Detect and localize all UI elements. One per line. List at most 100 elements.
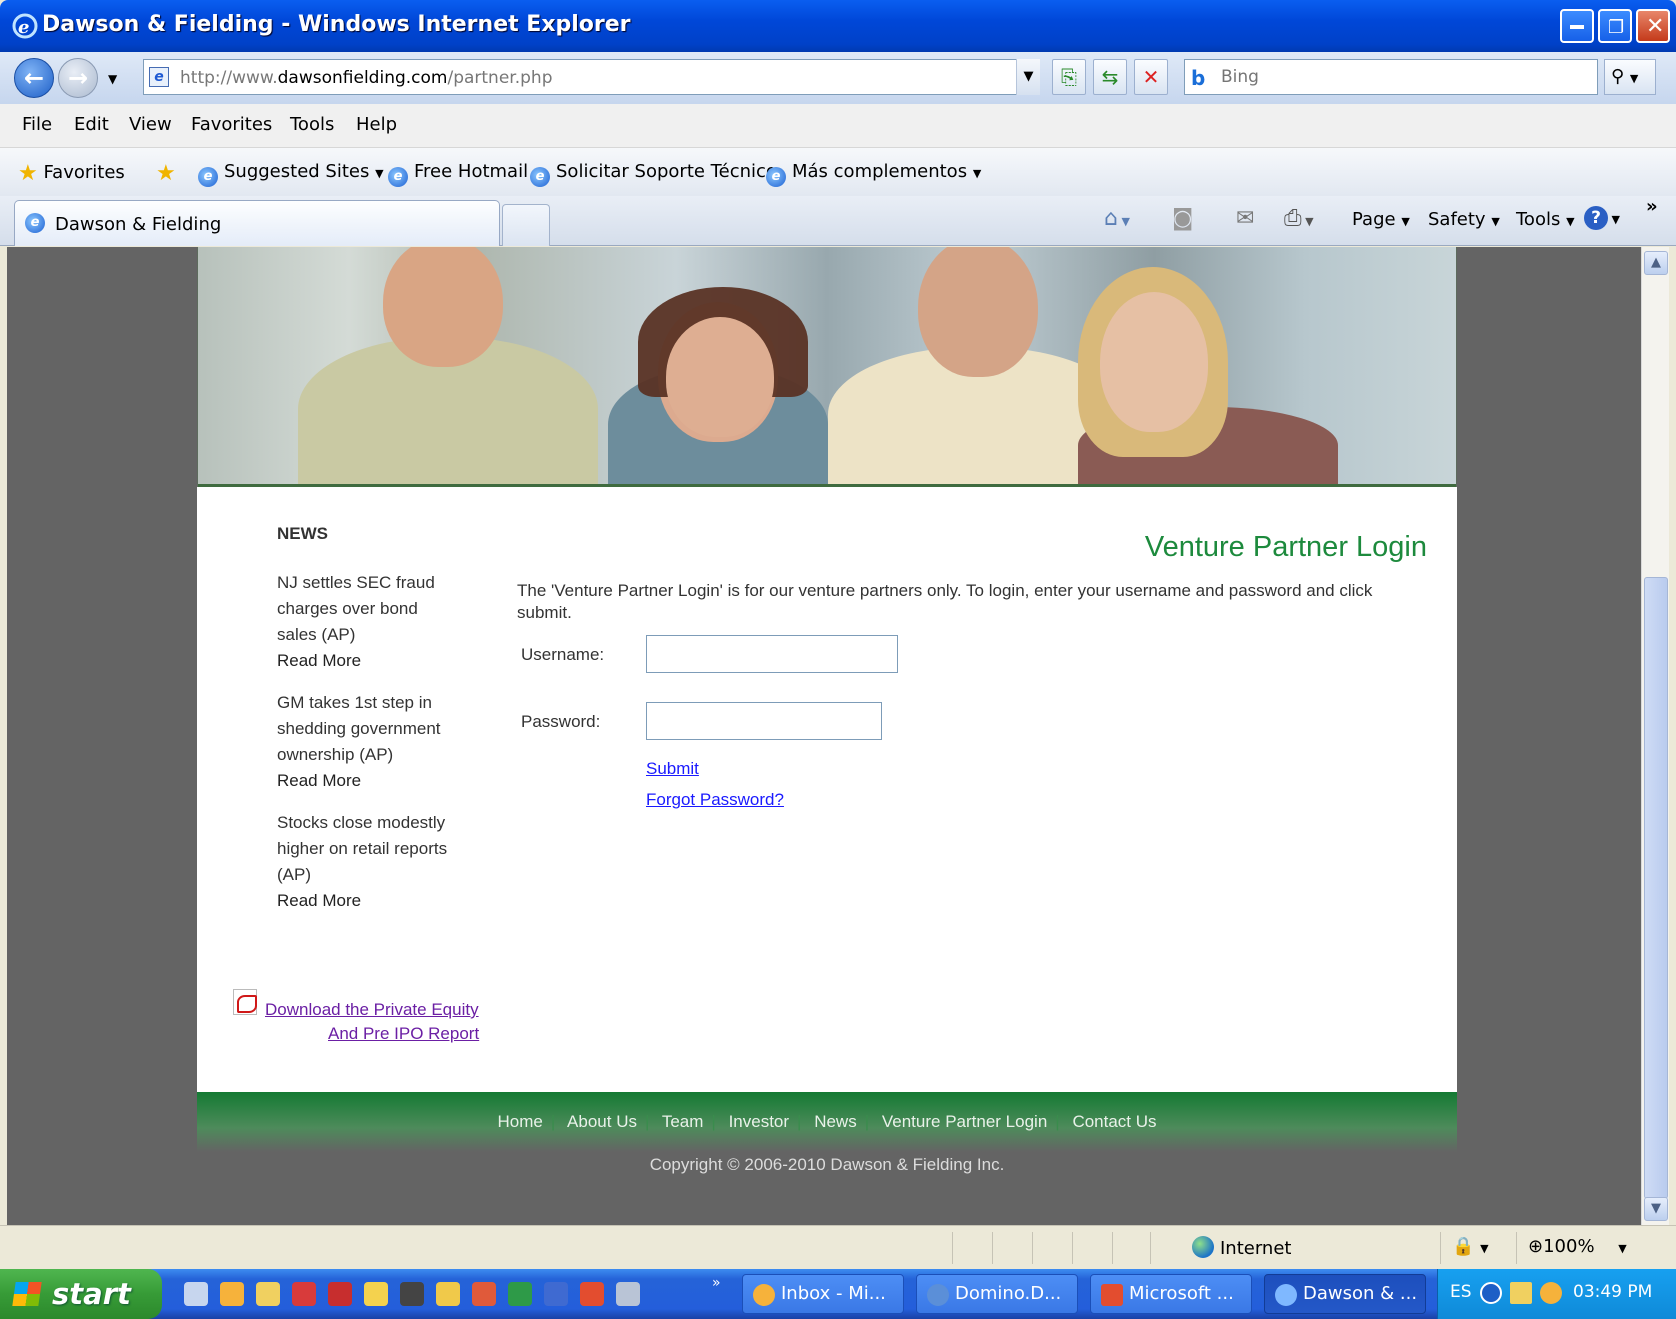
scrollbar-thumb[interactable] [1644,577,1668,1199]
language-indicator[interactable]: ES [1450,1282,1472,1302]
ie-icon: e [198,167,218,187]
mail-tray-icon[interactable] [1510,1282,1532,1304]
quicklaunch-icon[interactable] [364,1282,388,1306]
page-viewport: NEWS NJ settles SEC fraud charges over b… [7,247,1641,1225]
footer-link-home[interactable]: Home [497,1112,542,1131]
zoom-icon: ⊕ [1528,1236,1544,1257]
home-icon[interactable]: ⌂ ▼ [1104,206,1130,231]
fav-free-hotmail[interactable]: e Free Hotmail [388,161,528,187]
refresh-button[interactable]: ⇆ [1093,59,1127,95]
quicklaunch-icon[interactable] [292,1282,316,1306]
quicklaunch-icon[interactable] [616,1282,640,1306]
scroll-down-button[interactable]: ▼ [1644,1197,1668,1221]
task-inbox[interactable]: Inbox - Mi... [742,1274,904,1314]
minimize-button[interactable] [1560,9,1594,43]
address-dropdown-button[interactable]: ▼ [1016,59,1040,95]
print-icon[interactable]: ⎙ ▼ [1284,206,1314,231]
menu-file[interactable]: File [22,114,52,135]
footer-link-investor[interactable]: Investor [729,1112,789,1131]
address-bar[interactable]: e http://www.dawsonfielding.com/partner.… [143,59,1040,95]
tray-arrow-icon[interactable] [1480,1282,1502,1304]
tools-menu[interactable]: Tools ▼ [1516,209,1575,230]
footer-link-team[interactable]: Team [662,1112,704,1131]
search-box[interactable]: b [1184,59,1598,95]
favorites-button[interactable]: ★ Favorites [18,161,125,186]
globe-icon [1192,1236,1214,1258]
read-more-link[interactable]: Read More [277,888,467,914]
more-commands-chevron[interactable]: » [1646,196,1658,217]
add-to-favorites-bar-button[interactable]: ★ [156,161,176,186]
outlook-icon [753,1284,775,1306]
vertical-scrollbar[interactable]: ▲ ▼ [1641,247,1669,1225]
feeds-icon[interactable]: ◙ [1172,206,1193,231]
fav-mas-complementos[interactable]: e Más complementos ▼ [766,161,981,187]
menu-tools[interactable]: Tools [290,114,334,135]
news-item: GM takes 1st step in shedding government… [277,690,467,794]
fav-suggested-sites[interactable]: e Suggested Sites ▼ [198,161,384,187]
add-favorite-icon: ★ [156,161,176,186]
back-arrow-icon: ← [24,64,45,92]
tab-dawson-fielding[interactable]: e Dawson & Fielding [14,200,500,246]
task-dawson-fielding[interactable]: Dawson & ... [1264,1274,1426,1314]
quicklaunch-icon[interactable] [472,1282,496,1306]
quicklaunch-icon[interactable] [220,1282,244,1306]
window-title: Dawson & Fielding - Windows Internet Exp… [42,12,631,37]
address-toolbar: ← → ▼ e http://www.dawsonfielding.com/pa… [0,52,1676,104]
read-more-link[interactable]: Read More [277,768,467,794]
search-button[interactable]: ⚲ ▼ [1604,59,1656,95]
news-heading: NEWS [277,524,328,543]
password-field[interactable] [646,702,882,740]
quicklaunch-icon[interactable] [328,1282,352,1306]
footer-link-news[interactable]: News [814,1112,857,1131]
read-more-link[interactable]: Read More [277,648,467,674]
menu-view[interactable]: View [129,114,172,135]
download-report-link-line2[interactable]: And Pre IPO Report [328,1021,479,1047]
mail-icon[interactable]: ✉ [1236,206,1254,231]
submit-link[interactable]: Submit [646,759,699,779]
protected-mode-icon[interactable]: 🔒 ▼ [1452,1236,1489,1257]
clock: 03:49 PM [1573,1282,1653,1302]
zoom-control[interactable]: ⊕100% ▼ [1528,1236,1627,1257]
footer-nav-bar: Home | About Us | Team | Investor | News | Ve… [197,1092,1457,1152]
start-button[interactable]: start [0,1269,162,1319]
outlook-tray-icon[interactable] [1540,1282,1562,1304]
new-tab-button[interactable] [502,204,550,246]
scroll-up-button[interactable]: ▲ [1644,251,1668,275]
close-button[interactable]: ✕ [1636,9,1670,43]
password-label: Password: [521,712,601,731]
quicklaunch-more-chevron[interactable]: » [712,1275,721,1291]
restore-button[interactable]: ❐ [1598,9,1632,43]
back-button[interactable]: ← [14,58,54,98]
fav-soporte-tecnico[interactable]: e Solicitar Soporte Técnico [530,161,777,187]
quicklaunch-icon[interactable] [508,1282,532,1306]
search-input[interactable] [1221,67,1581,87]
quicklaunch-icon[interactable] [400,1282,424,1306]
history-dropdown-icon[interactable]: ▼ [108,72,117,86]
page-menu[interactable]: Page ▼ [1352,209,1410,230]
menu-edit[interactable]: Edit [74,114,109,135]
help-icon[interactable]: ? ▼ [1584,204,1620,230]
safety-menu[interactable]: Safety ▼ [1428,209,1500,230]
quicklaunch-icon[interactable] [184,1282,208,1306]
username-label: Username: [521,645,605,664]
task-microsoft[interactable]: Microsoft ... [1090,1274,1252,1314]
tab-row: e Dawson & Fielding ⌂ ▼ ◙ ✉ ⎙ ▼ Page ▼ S… [0,196,1676,246]
menu-favorites[interactable]: Favorites [191,114,272,135]
login-intro-text: The 'Venture Partner Login' is for our v… [517,581,1373,622]
footer-link-venture-login[interactable]: Venture Partner Login [882,1112,1047,1131]
quicklaunch-icon[interactable] [256,1282,280,1306]
menu-help[interactable]: Help [356,114,397,135]
quicklaunch-icon[interactable] [544,1282,568,1306]
compatibility-view-button[interactable]: ⎘ [1052,59,1086,95]
download-report-link-line1[interactable]: Download the Private Equity [265,997,479,1023]
forward-button[interactable]: → [58,58,98,98]
quicklaunch-icon[interactable] [436,1282,460,1306]
quicklaunch-icon[interactable] [580,1282,604,1306]
footer-link-contact[interactable]: Contact Us [1072,1112,1156,1131]
task-domino[interactable]: Domino.D... [916,1274,1078,1314]
address-url[interactable]: http://www.dawsonfielding.com/partner.ph… [180,68,552,88]
footer-link-about[interactable]: About Us [567,1112,637,1131]
forgot-password-link[interactable]: Forgot Password? [646,790,784,810]
stop-button[interactable]: ✕ [1134,59,1168,95]
username-field[interactable] [646,635,898,673]
